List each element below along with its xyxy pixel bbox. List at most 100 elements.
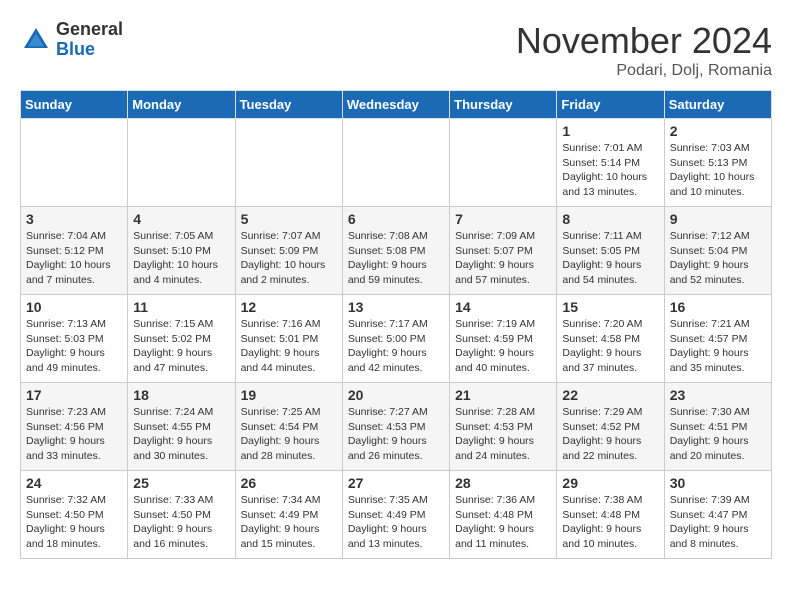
- calendar-day: 16 Sunrise: 7:21 AM Sunset: 4:57 PM Dayli…: [664, 295, 771, 383]
- day-info: Sunrise: 7:33 AM Sunset: 4:50 PM Dayligh…: [133, 493, 229, 552]
- day-number: 3: [26, 211, 122, 227]
- col-saturday: Saturday: [664, 91, 771, 119]
- calendar-day: 27Sunrise: 7:35 AM Sunset: 4:49 PM Dayli…: [342, 471, 449, 559]
- day-number: 11: [133, 299, 229, 315]
- day-info: Sunrise: 7:29 AM Sunset: 4:52 PM Dayligh…: [562, 405, 658, 464]
- col-wednesday: Wednesday: [342, 91, 449, 119]
- col-sunday: Sunday: [21, 91, 128, 119]
- logo: General Blue: [20, 20, 123, 60]
- logo-icon: [20, 24, 52, 56]
- calendar-day: 10 Sunrise: 7:13 AM Sunset: 5:03 PM Dayli…: [21, 295, 128, 383]
- day-number: 17: [26, 387, 122, 403]
- day-info: Sunrise: 7:19 AM Sunset: 4:59 PM Dayligh…: [455, 317, 551, 376]
- calendar-week-3: 10 Sunrise: 7:13 AM Sunset: 5:03 PM Dayli…: [21, 295, 772, 383]
- col-thursday: Thursday: [450, 91, 557, 119]
- calendar-day: [342, 119, 449, 207]
- calendar-day: [128, 119, 235, 207]
- calendar-day: 8 Sunrise: 7:11 AM Sunset: 5:05 PM Daylig…: [557, 207, 664, 295]
- day-number: 22: [562, 387, 658, 403]
- calendar-day: [235, 119, 342, 207]
- day-number: 30: [670, 475, 766, 491]
- day-info: Sunrise: 7:39 AM Sunset: 4:47 PM Dayligh…: [670, 493, 766, 552]
- day-number: 19: [241, 387, 337, 403]
- day-number: 8: [562, 211, 658, 227]
- day-info: Sunrise: 7:15 AM Sunset: 5:02 PM Dayligh…: [133, 317, 229, 376]
- calendar-day: 29 Sunrise: 7:38 AM Sunset: 4:48 PM Dayli…: [557, 471, 664, 559]
- calendar-day: 14 Sunrise: 7:19 AM Sunset: 4:59 PM Dayli…: [450, 295, 557, 383]
- calendar-day: 24Sunrise: 7:32 AM Sunset: 4:50 PM Dayli…: [21, 471, 128, 559]
- col-friday: Friday: [557, 91, 664, 119]
- calendar-day: 23Sunrise: 7:30 AM Sunset: 4:51 PM Dayli…: [664, 383, 771, 471]
- calendar-week-2: 3Sunrise: 7:04 AM Sunset: 5:12 PM Daylig…: [21, 207, 772, 295]
- calendar-day: 28 Sunrise: 7:36 AM Sunset: 4:48 PM Dayli…: [450, 471, 557, 559]
- day-number: 10: [26, 299, 122, 315]
- day-info: Sunrise: 7:28 AM Sunset: 4:53 PM Dayligh…: [455, 405, 551, 464]
- day-number: 28: [455, 475, 551, 491]
- day-number: 21: [455, 387, 551, 403]
- day-info: Sunrise: 7:34 AM Sunset: 4:49 PM Dayligh…: [241, 493, 337, 552]
- day-number: 20: [348, 387, 444, 403]
- calendar-week-4: 17Sunrise: 7:23 AM Sunset: 4:56 PM Dayli…: [21, 383, 772, 471]
- col-tuesday: Tuesday: [235, 91, 342, 119]
- col-monday: Monday: [128, 91, 235, 119]
- calendar-day: 6Sunrise: 7:08 AM Sunset: 5:08 PM Daylig…: [342, 207, 449, 295]
- calendar-day: 20 Sunrise: 7:27 AM Sunset: 4:53 PM Dayli…: [342, 383, 449, 471]
- calendar-day: 1Sunrise: 7:01 AM Sunset: 5:14 PM Daylig…: [557, 119, 664, 207]
- day-info: Sunrise: 7:38 AM Sunset: 4:48 PM Dayligh…: [562, 493, 658, 552]
- calendar-day: 19 Sunrise: 7:25 AM Sunset: 4:54 PM Dayli…: [235, 383, 342, 471]
- day-number: 23: [670, 387, 766, 403]
- day-info: Sunrise: 7:27 AM Sunset: 4:53 PM Dayligh…: [348, 405, 444, 464]
- day-info: Sunrise: 7:17 AM Sunset: 5:00 PM Dayligh…: [348, 317, 444, 376]
- day-number: 12: [241, 299, 337, 315]
- day-info: Sunrise: 7:05 AM Sunset: 5:10 PM Dayligh…: [133, 229, 229, 288]
- page-header: General Blue November 2024 Podari, Dolj,…: [20, 20, 772, 80]
- day-info: Sunrise: 7:11 AM Sunset: 5:05 PM Dayligh…: [562, 229, 658, 288]
- day-number: 13: [348, 299, 444, 315]
- calendar-day: 22 Sunrise: 7:29 AM Sunset: 4:52 PM Dayli…: [557, 383, 664, 471]
- logo-blue: Blue: [56, 39, 95, 59]
- day-number: 9: [670, 211, 766, 227]
- calendar-table: Sunday Monday Tuesday Wednesday Thursday…: [20, 90, 772, 559]
- calendar-day: 25Sunrise: 7:33 AM Sunset: 4:50 PM Dayli…: [128, 471, 235, 559]
- calendar-day: [21, 119, 128, 207]
- day-info: Sunrise: 7:36 AM Sunset: 4:48 PM Dayligh…: [455, 493, 551, 552]
- day-number: 14: [455, 299, 551, 315]
- calendar-day: 26 Sunrise: 7:34 AM Sunset: 4:49 PM Dayli…: [235, 471, 342, 559]
- day-number: 26: [241, 475, 337, 491]
- day-number: 4: [133, 211, 229, 227]
- day-number: 6: [348, 211, 444, 227]
- calendar-day: 5 Sunrise: 7:07 AM Sunset: 5:09 PM Daylig…: [235, 207, 342, 295]
- day-number: 1: [562, 123, 658, 139]
- calendar-week-5: 24Sunrise: 7:32 AM Sunset: 4:50 PM Dayli…: [21, 471, 772, 559]
- calendar-day: 2Sunrise: 7:03 AM Sunset: 5:13 PM Daylig…: [664, 119, 771, 207]
- day-info: Sunrise: 7:21 AM Sunset: 4:57 PM Dayligh…: [670, 317, 766, 376]
- day-info: Sunrise: 7:07 AM Sunset: 5:09 PM Dayligh…: [241, 229, 337, 288]
- calendar-day: 7 Sunrise: 7:09 AM Sunset: 5:07 PM Daylig…: [450, 207, 557, 295]
- logo-general: General: [56, 19, 123, 39]
- calendar-week-1: 1Sunrise: 7:01 AM Sunset: 5:14 PM Daylig…: [21, 119, 772, 207]
- day-number: 18: [133, 387, 229, 403]
- calendar-day: 15 Sunrise: 7:20 AM Sunset: 4:58 PM Dayli…: [557, 295, 664, 383]
- day-number: 16: [670, 299, 766, 315]
- day-number: 7: [455, 211, 551, 227]
- day-info: Sunrise: 7:12 AM Sunset: 5:04 PM Dayligh…: [670, 229, 766, 288]
- day-info: Sunrise: 7:35 AM Sunset: 4:49 PM Dayligh…: [348, 493, 444, 552]
- day-info: Sunrise: 7:09 AM Sunset: 5:07 PM Dayligh…: [455, 229, 551, 288]
- calendar-day: 17Sunrise: 7:23 AM Sunset: 4:56 PM Dayli…: [21, 383, 128, 471]
- day-number: 5: [241, 211, 337, 227]
- calendar-day: 11 Sunrise: 7:15 AM Sunset: 5:02 PM Dayli…: [128, 295, 235, 383]
- day-info: Sunrise: 7:20 AM Sunset: 4:58 PM Dayligh…: [562, 317, 658, 376]
- calendar-day: 13 Sunrise: 7:17 AM Sunset: 5:00 PM Dayli…: [342, 295, 449, 383]
- day-info: Sunrise: 7:13 AM Sunset: 5:03 PM Dayligh…: [26, 317, 122, 376]
- calendar-day: 9 Sunrise: 7:12 AM Sunset: 5:04 PM Daylig…: [664, 207, 771, 295]
- day-info: Sunrise: 7:25 AM Sunset: 4:54 PM Dayligh…: [241, 405, 337, 464]
- calendar-day: 30 Sunrise: 7:39 AM Sunset: 4:47 PM Dayli…: [664, 471, 771, 559]
- day-info: Sunrise: 7:03 AM Sunset: 5:13 PM Dayligh…: [670, 141, 766, 200]
- title-block: November 2024 Podari, Dolj, Romania: [516, 20, 772, 80]
- day-info: Sunrise: 7:24 AM Sunset: 4:55 PM Dayligh…: [133, 405, 229, 464]
- header-row: Sunday Monday Tuesday Wednesday Thursday…: [21, 91, 772, 119]
- day-number: 24: [26, 475, 122, 491]
- logo-text: General Blue: [56, 20, 123, 60]
- day-number: 15: [562, 299, 658, 315]
- day-number: 29: [562, 475, 658, 491]
